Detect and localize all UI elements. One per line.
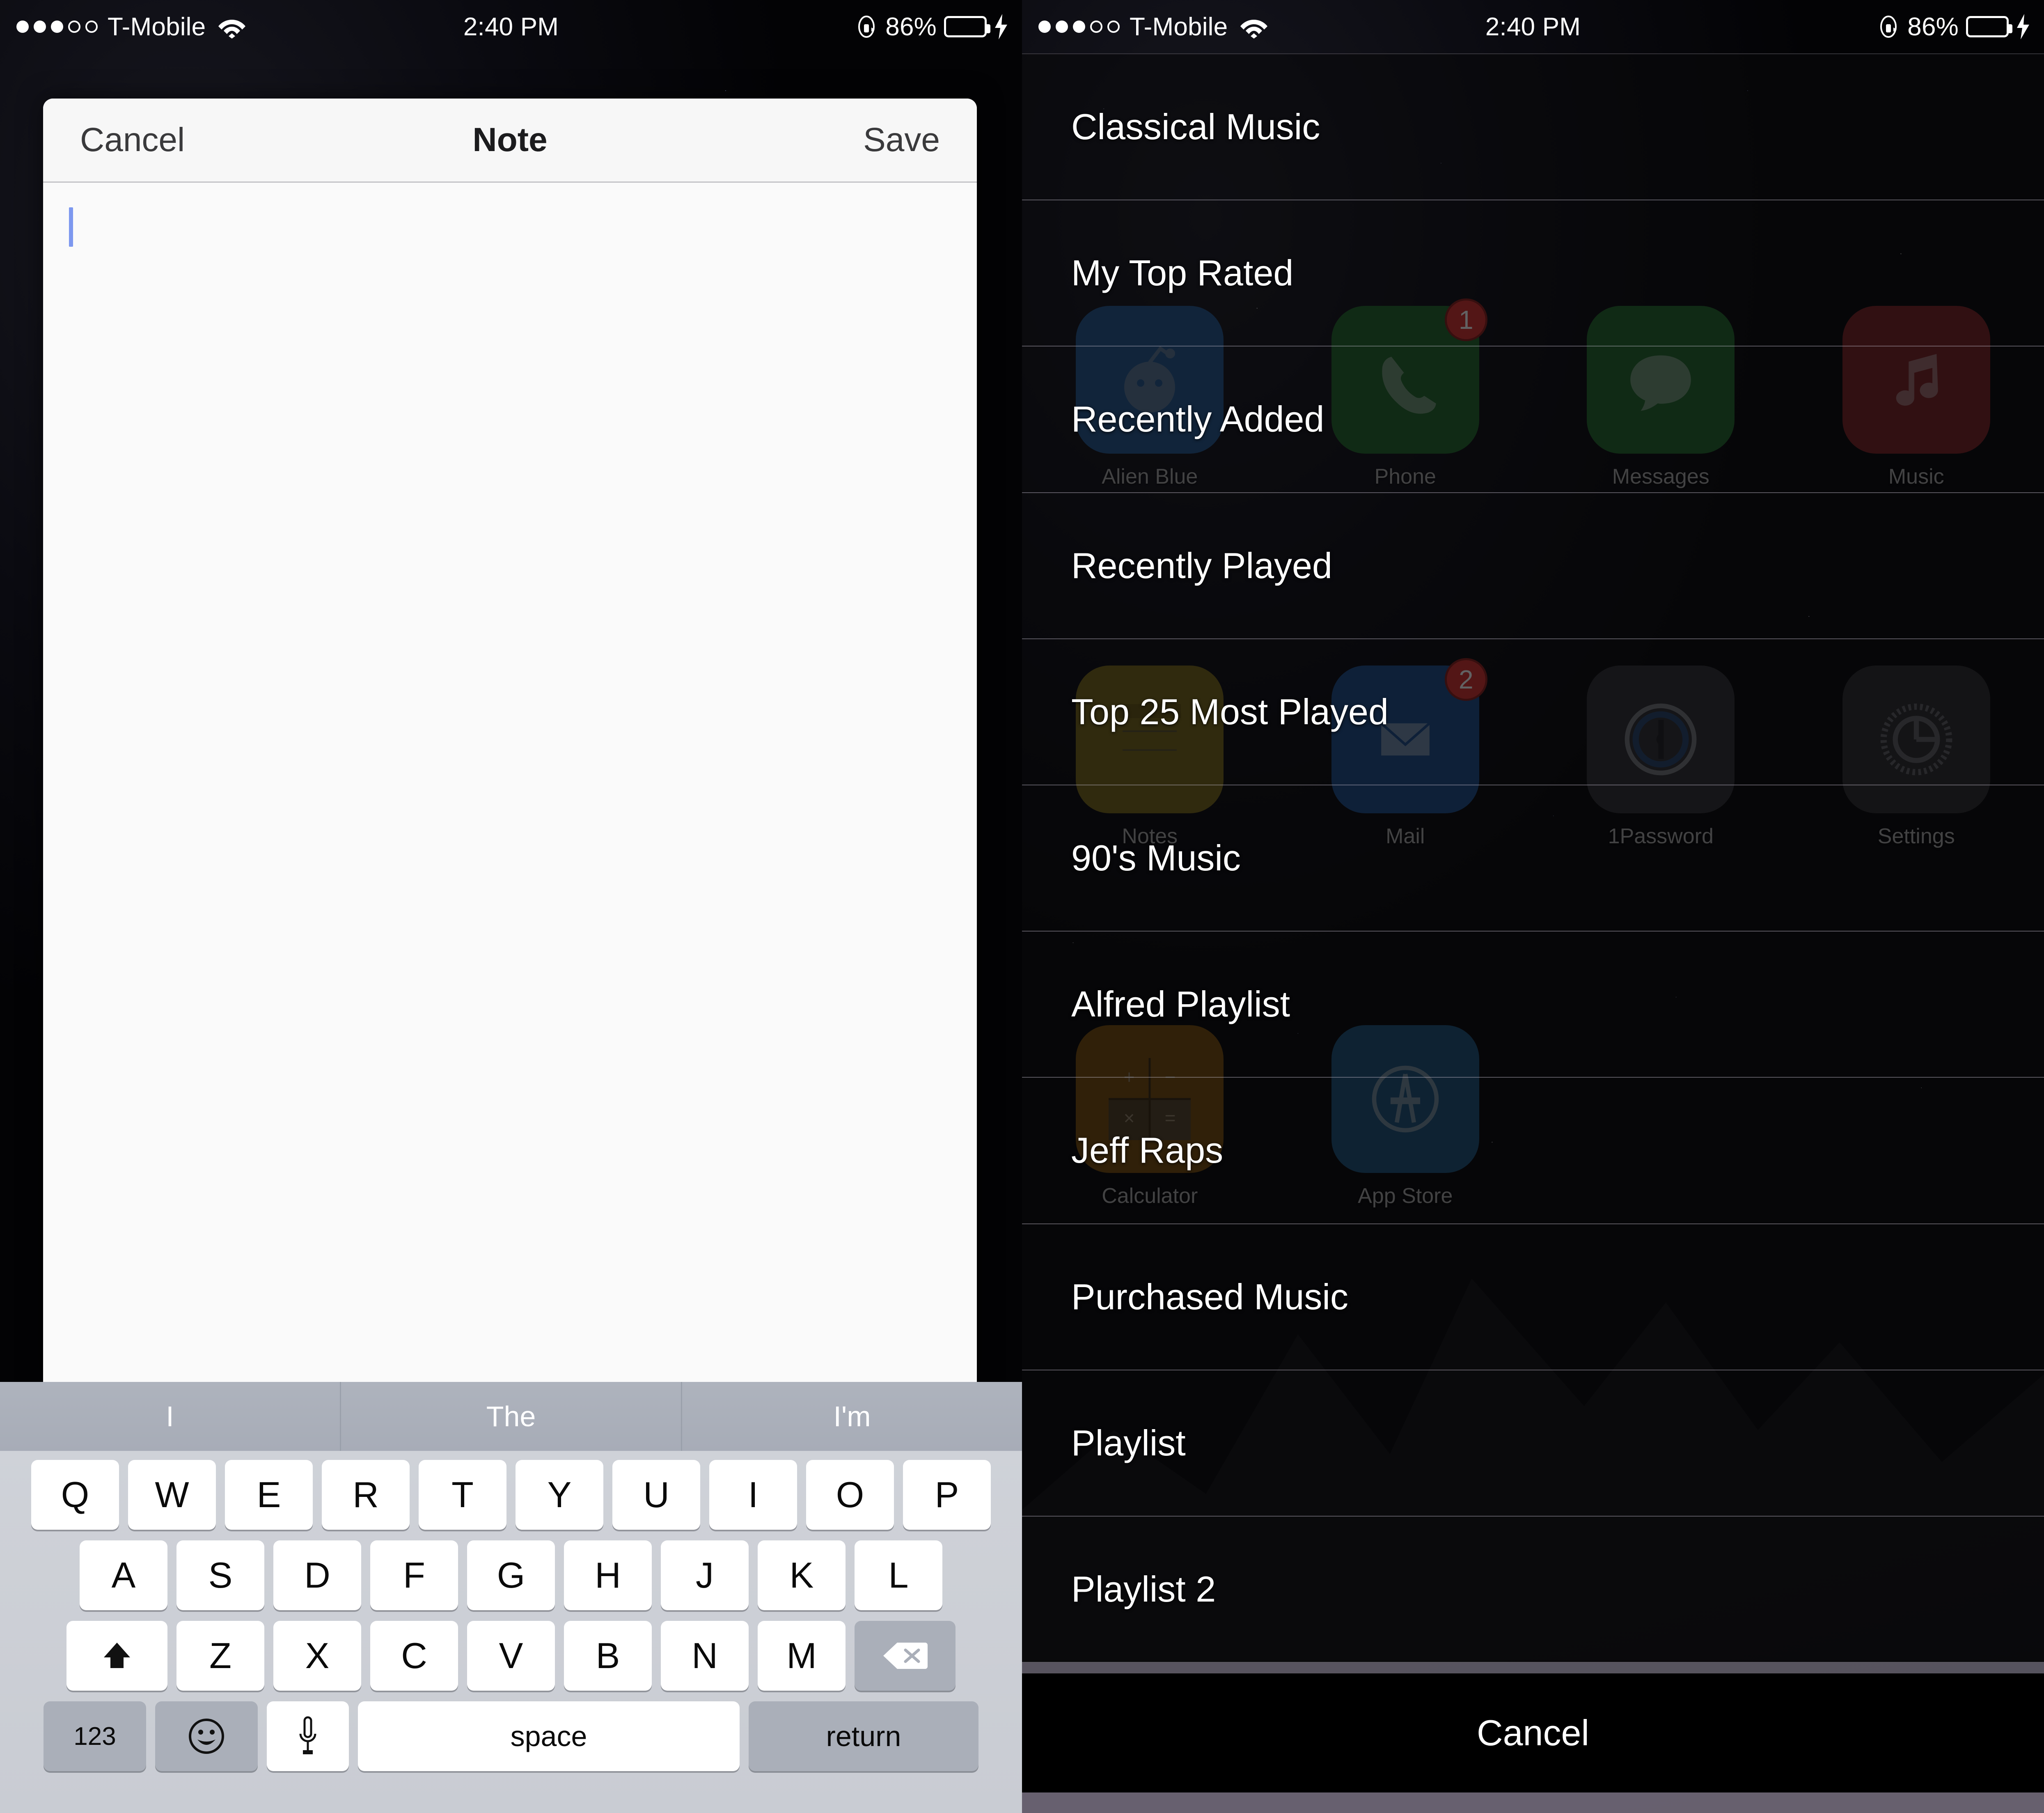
- list-item[interactable]: 90's Music: [1022, 785, 2044, 932]
- list-item[interactable]: Classical Music: [1022, 53, 2044, 201]
- status-bar-clock: 2:40 PM: [1485, 12, 1581, 41]
- key-l[interactable]: L: [855, 1540, 942, 1610]
- right-screen-playlist-sheet: Alien Blue 1 Phone: [1022, 0, 2044, 1813]
- numbers-key[interactable]: 123: [44, 1701, 146, 1771]
- key-f[interactable]: F: [370, 1540, 458, 1610]
- status-bar-left: T-Mobile 2:40 PM 86%: [0, 0, 1022, 53]
- list-item[interactable]: Jeff Raps: [1022, 1078, 2044, 1224]
- microphone-icon[interactable]: [267, 1701, 349, 1771]
- cancel-button[interactable]: Cancel: [80, 121, 185, 159]
- key-g[interactable]: G: [467, 1540, 555, 1610]
- key-i[interactable]: I: [709, 1460, 797, 1530]
- suggestion-1[interactable]: The: [340, 1382, 681, 1451]
- suggestion-2[interactable]: I'm: [681, 1382, 1022, 1451]
- key-u[interactable]: U: [612, 1460, 700, 1530]
- cancel-button[interactable]: Cancel: [1022, 1673, 2044, 1792]
- key-m[interactable]: M: [758, 1621, 846, 1691]
- key-t[interactable]: T: [419, 1460, 506, 1530]
- keyboard-row-4: 123 space return: [6, 1701, 1016, 1771]
- keyboard-row-3: Z X C V B N M: [6, 1621, 1016, 1691]
- key-o[interactable]: O: [806, 1460, 894, 1530]
- battery-icon: [944, 16, 990, 37]
- keyboard-row-2: A S D F G H J K L: [6, 1540, 1016, 1610]
- key-k[interactable]: K: [758, 1540, 846, 1610]
- shift-arrow-icon[interactable]: [66, 1621, 167, 1691]
- dual-screenshot: T-Mobile 2:40 PM 86% Cancel Note Save I …: [0, 0, 2044, 1813]
- key-a[interactable]: A: [80, 1540, 167, 1610]
- key-j[interactable]: J: [661, 1540, 749, 1610]
- list-item[interactable]: Playlist 2: [1022, 1516, 2044, 1663]
- playlist-list: Classical Music My Top Rated Recently Ad…: [1022, 53, 2044, 1663]
- list-item[interactable]: Recently Added: [1022, 347, 2044, 493]
- key-v[interactable]: V: [467, 1621, 555, 1691]
- list-item[interactable]: Top 25 Most Played: [1022, 639, 2044, 785]
- suggestion-0[interactable]: I: [0, 1382, 340, 1451]
- playlist-action-sheet: Classical Music My Top Rated Recently Ad…: [1022, 53, 2044, 1813]
- keyboard-rows: Q W E R T Y U I O P A S D F G H J K L Z …: [0, 1451, 1022, 1771]
- note-modal-header: Cancel Note Save: [43, 99, 977, 183]
- onscreen-keyboard: I The I'm Q W E R T Y U I O P A S D F G …: [0, 1382, 1022, 1813]
- key-z[interactable]: Z: [176, 1621, 264, 1691]
- predictive-suggestion-bar: I The I'm: [0, 1382, 1022, 1451]
- note-text-input[interactable]: [43, 183, 977, 1382]
- space-key[interactable]: space: [358, 1701, 740, 1771]
- note-compose-modal: Cancel Note Save: [43, 99, 977, 1382]
- list-item[interactable]: Purchased Music: [1022, 1224, 2044, 1370]
- battery-icon: [1966, 16, 2012, 37]
- key-e[interactable]: E: [225, 1460, 313, 1530]
- key-b[interactable]: B: [564, 1621, 652, 1691]
- key-y[interactable]: Y: [516, 1460, 603, 1530]
- emoji-smiley-icon[interactable]: [155, 1701, 258, 1771]
- return-key[interactable]: return: [749, 1701, 978, 1771]
- left-screen-note-compose: T-Mobile 2:40 PM 86% Cancel Note Save I …: [0, 0, 1022, 1813]
- key-p[interactable]: P: [903, 1460, 991, 1530]
- list-item[interactable]: Alfred Playlist: [1022, 932, 2044, 1078]
- sheet-bottom-pad: [1022, 1792, 2044, 1813]
- key-n[interactable]: N: [661, 1621, 749, 1691]
- save-button[interactable]: Save: [863, 121, 940, 159]
- status-bar-right: T-Mobile 2:40 PM 86%: [1022, 0, 2044, 53]
- key-d[interactable]: D: [273, 1540, 361, 1610]
- list-item[interactable]: Playlist: [1022, 1370, 2044, 1517]
- key-s[interactable]: S: [176, 1540, 264, 1610]
- key-h[interactable]: H: [564, 1540, 652, 1610]
- sheet-divider: [1022, 1663, 2044, 1673]
- key-w[interactable]: W: [128, 1460, 216, 1530]
- keyboard-row-1: Q W E R T Y U I O P: [6, 1460, 1016, 1530]
- key-q[interactable]: Q: [31, 1460, 119, 1530]
- list-item[interactable]: Recently Played: [1022, 493, 2044, 639]
- key-c[interactable]: C: [370, 1621, 458, 1691]
- backspace-delete-icon[interactable]: [855, 1621, 956, 1691]
- key-r[interactable]: R: [322, 1460, 410, 1530]
- key-x[interactable]: X: [273, 1621, 361, 1691]
- status-bar-clock: 2:40 PM: [463, 12, 559, 41]
- text-caret: [69, 207, 73, 247]
- list-item[interactable]: My Top Rated: [1022, 200, 2044, 347]
